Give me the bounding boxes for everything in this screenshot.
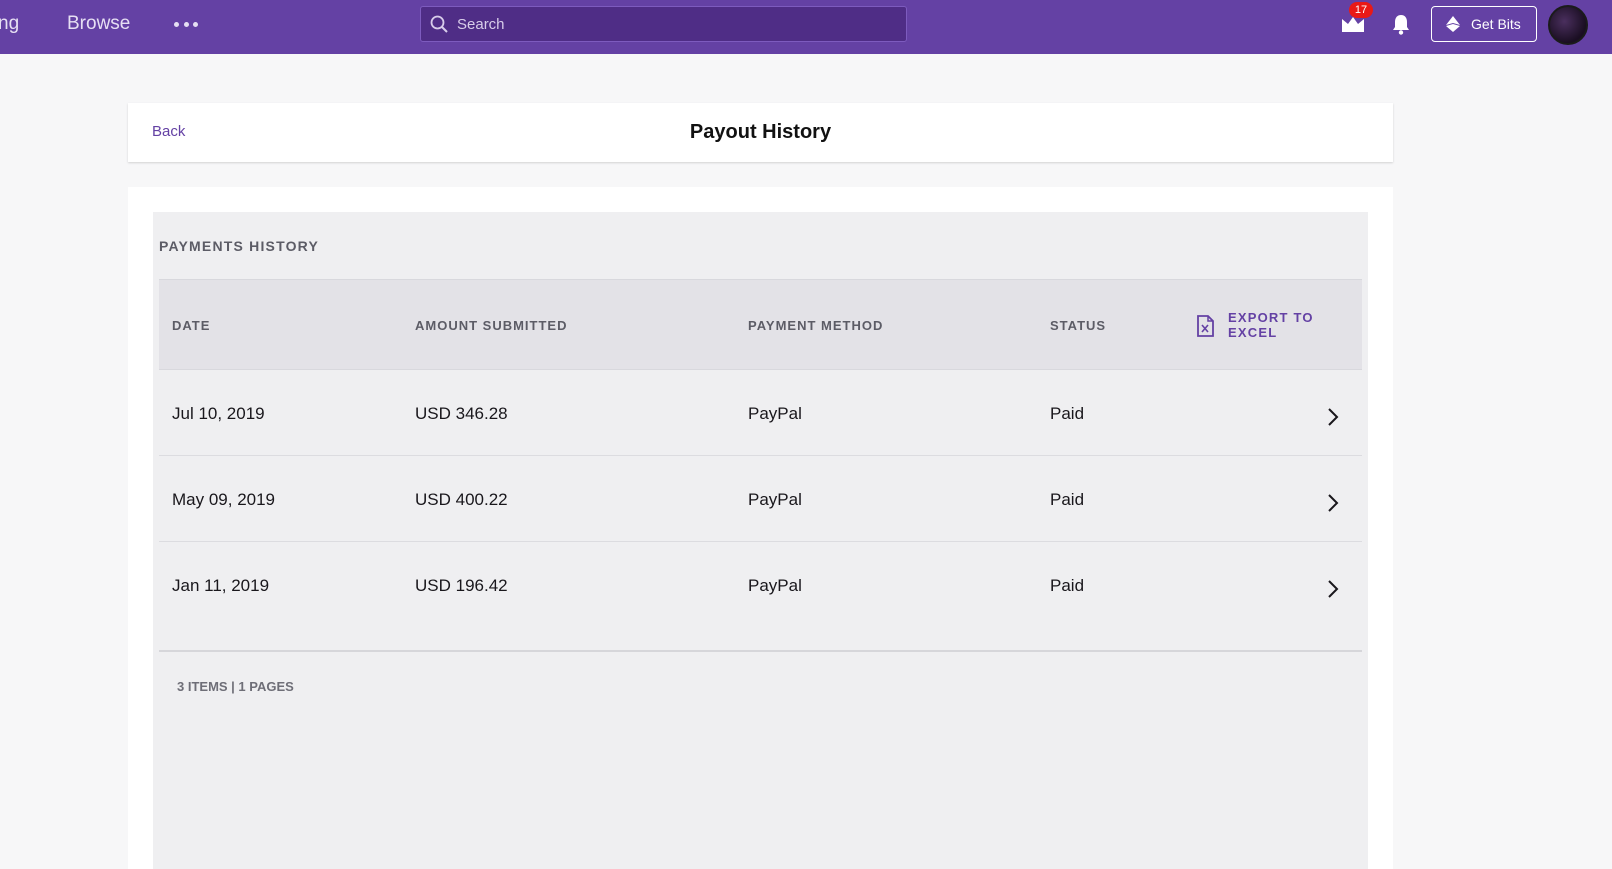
payments-panel: PAYMENTS HISTORY DATE AMOUNT SUBMITTED P… bbox=[153, 212, 1368, 869]
export-label: EXPORT TO EXCEL bbox=[1228, 310, 1314, 340]
cell-status: Paid bbox=[1050, 576, 1085, 595]
cell-status: Paid bbox=[1050, 404, 1085, 423]
chevron-right-icon[interactable] bbox=[1326, 578, 1340, 600]
column-header-amount: AMOUNT SUBMITTED bbox=[415, 318, 568, 333]
bell-icon[interactable] bbox=[1390, 12, 1412, 36]
cell-date: Jan 11, 2019 bbox=[172, 576, 270, 595]
chevron-right-icon[interactable] bbox=[1326, 406, 1340, 428]
export-to-excel-button[interactable]: EXPORT TO EXCEL bbox=[1196, 310, 1338, 340]
user-avatar[interactable] bbox=[1548, 5, 1588, 45]
get-bits-button[interactable]: Get Bits bbox=[1431, 6, 1537, 42]
cell-amount: USD 196.42 bbox=[415, 576, 508, 595]
spreadsheet-file-icon bbox=[1197, 315, 1214, 337]
table-header: DATE AMOUNT SUBMITTED PAYMENT METHOD STA… bbox=[159, 279, 1362, 370]
cell-amount: USD 346.28 bbox=[415, 404, 508, 423]
column-header-method: PAYMENT METHOD bbox=[748, 318, 884, 333]
cell-amount: USD 400.22 bbox=[415, 490, 508, 509]
pagination-summary: 3 ITEMS | 1 PAGES bbox=[177, 679, 294, 694]
section-title: PAYMENTS HISTORY bbox=[159, 238, 320, 254]
search-icon bbox=[430, 15, 448, 33]
table-row[interactable]: Jan 11, 2019 USD 196.42 PayPal Paid bbox=[159, 542, 1362, 628]
nav-following-link[interactable]: ng bbox=[0, 12, 19, 36]
cell-method: PayPal bbox=[748, 576, 802, 595]
cell-status: Paid bbox=[1050, 490, 1085, 509]
payments-table: DATE AMOUNT SUBMITTED PAYMENT METHOD STA… bbox=[159, 279, 1362, 628]
column-header-date: DATE bbox=[172, 318, 211, 333]
top-nav: ng Browse 17 Get Bits bbox=[0, 0, 1612, 54]
cell-date: Jul 10, 2019 bbox=[172, 404, 265, 423]
table-row[interactable]: Jul 10, 2019 USD 346.28 PayPal Paid bbox=[159, 370, 1362, 456]
search-bar bbox=[420, 6, 907, 42]
column-header-status: STATUS bbox=[1050, 318, 1107, 333]
page-title: Payout History bbox=[689, 121, 832, 143]
cell-method: PayPal bbox=[748, 404, 802, 423]
nav-browse-link[interactable]: Browse bbox=[67, 12, 130, 36]
main-card: PAYMENTS HISTORY DATE AMOUNT SUBMITTED P… bbox=[128, 187, 1393, 869]
cell-date: May 09, 2019 bbox=[172, 490, 276, 509]
get-bits-label: Get Bits bbox=[1471, 16, 1521, 32]
more-dots-icon[interactable] bbox=[174, 14, 198, 34]
search-input[interactable] bbox=[457, 7, 897, 41]
chevron-right-icon[interactable] bbox=[1326, 492, 1340, 514]
page-header: Back Payout History bbox=[128, 103, 1393, 162]
table-divider bbox=[159, 650, 1362, 652]
table-row[interactable]: May 09, 2019 USD 400.22 PayPal Paid bbox=[159, 456, 1362, 542]
notification-count-badge: 17 bbox=[1349, 2, 1373, 18]
cell-method: PayPal bbox=[748, 490, 802, 509]
bits-gem-icon bbox=[1446, 16, 1460, 32]
